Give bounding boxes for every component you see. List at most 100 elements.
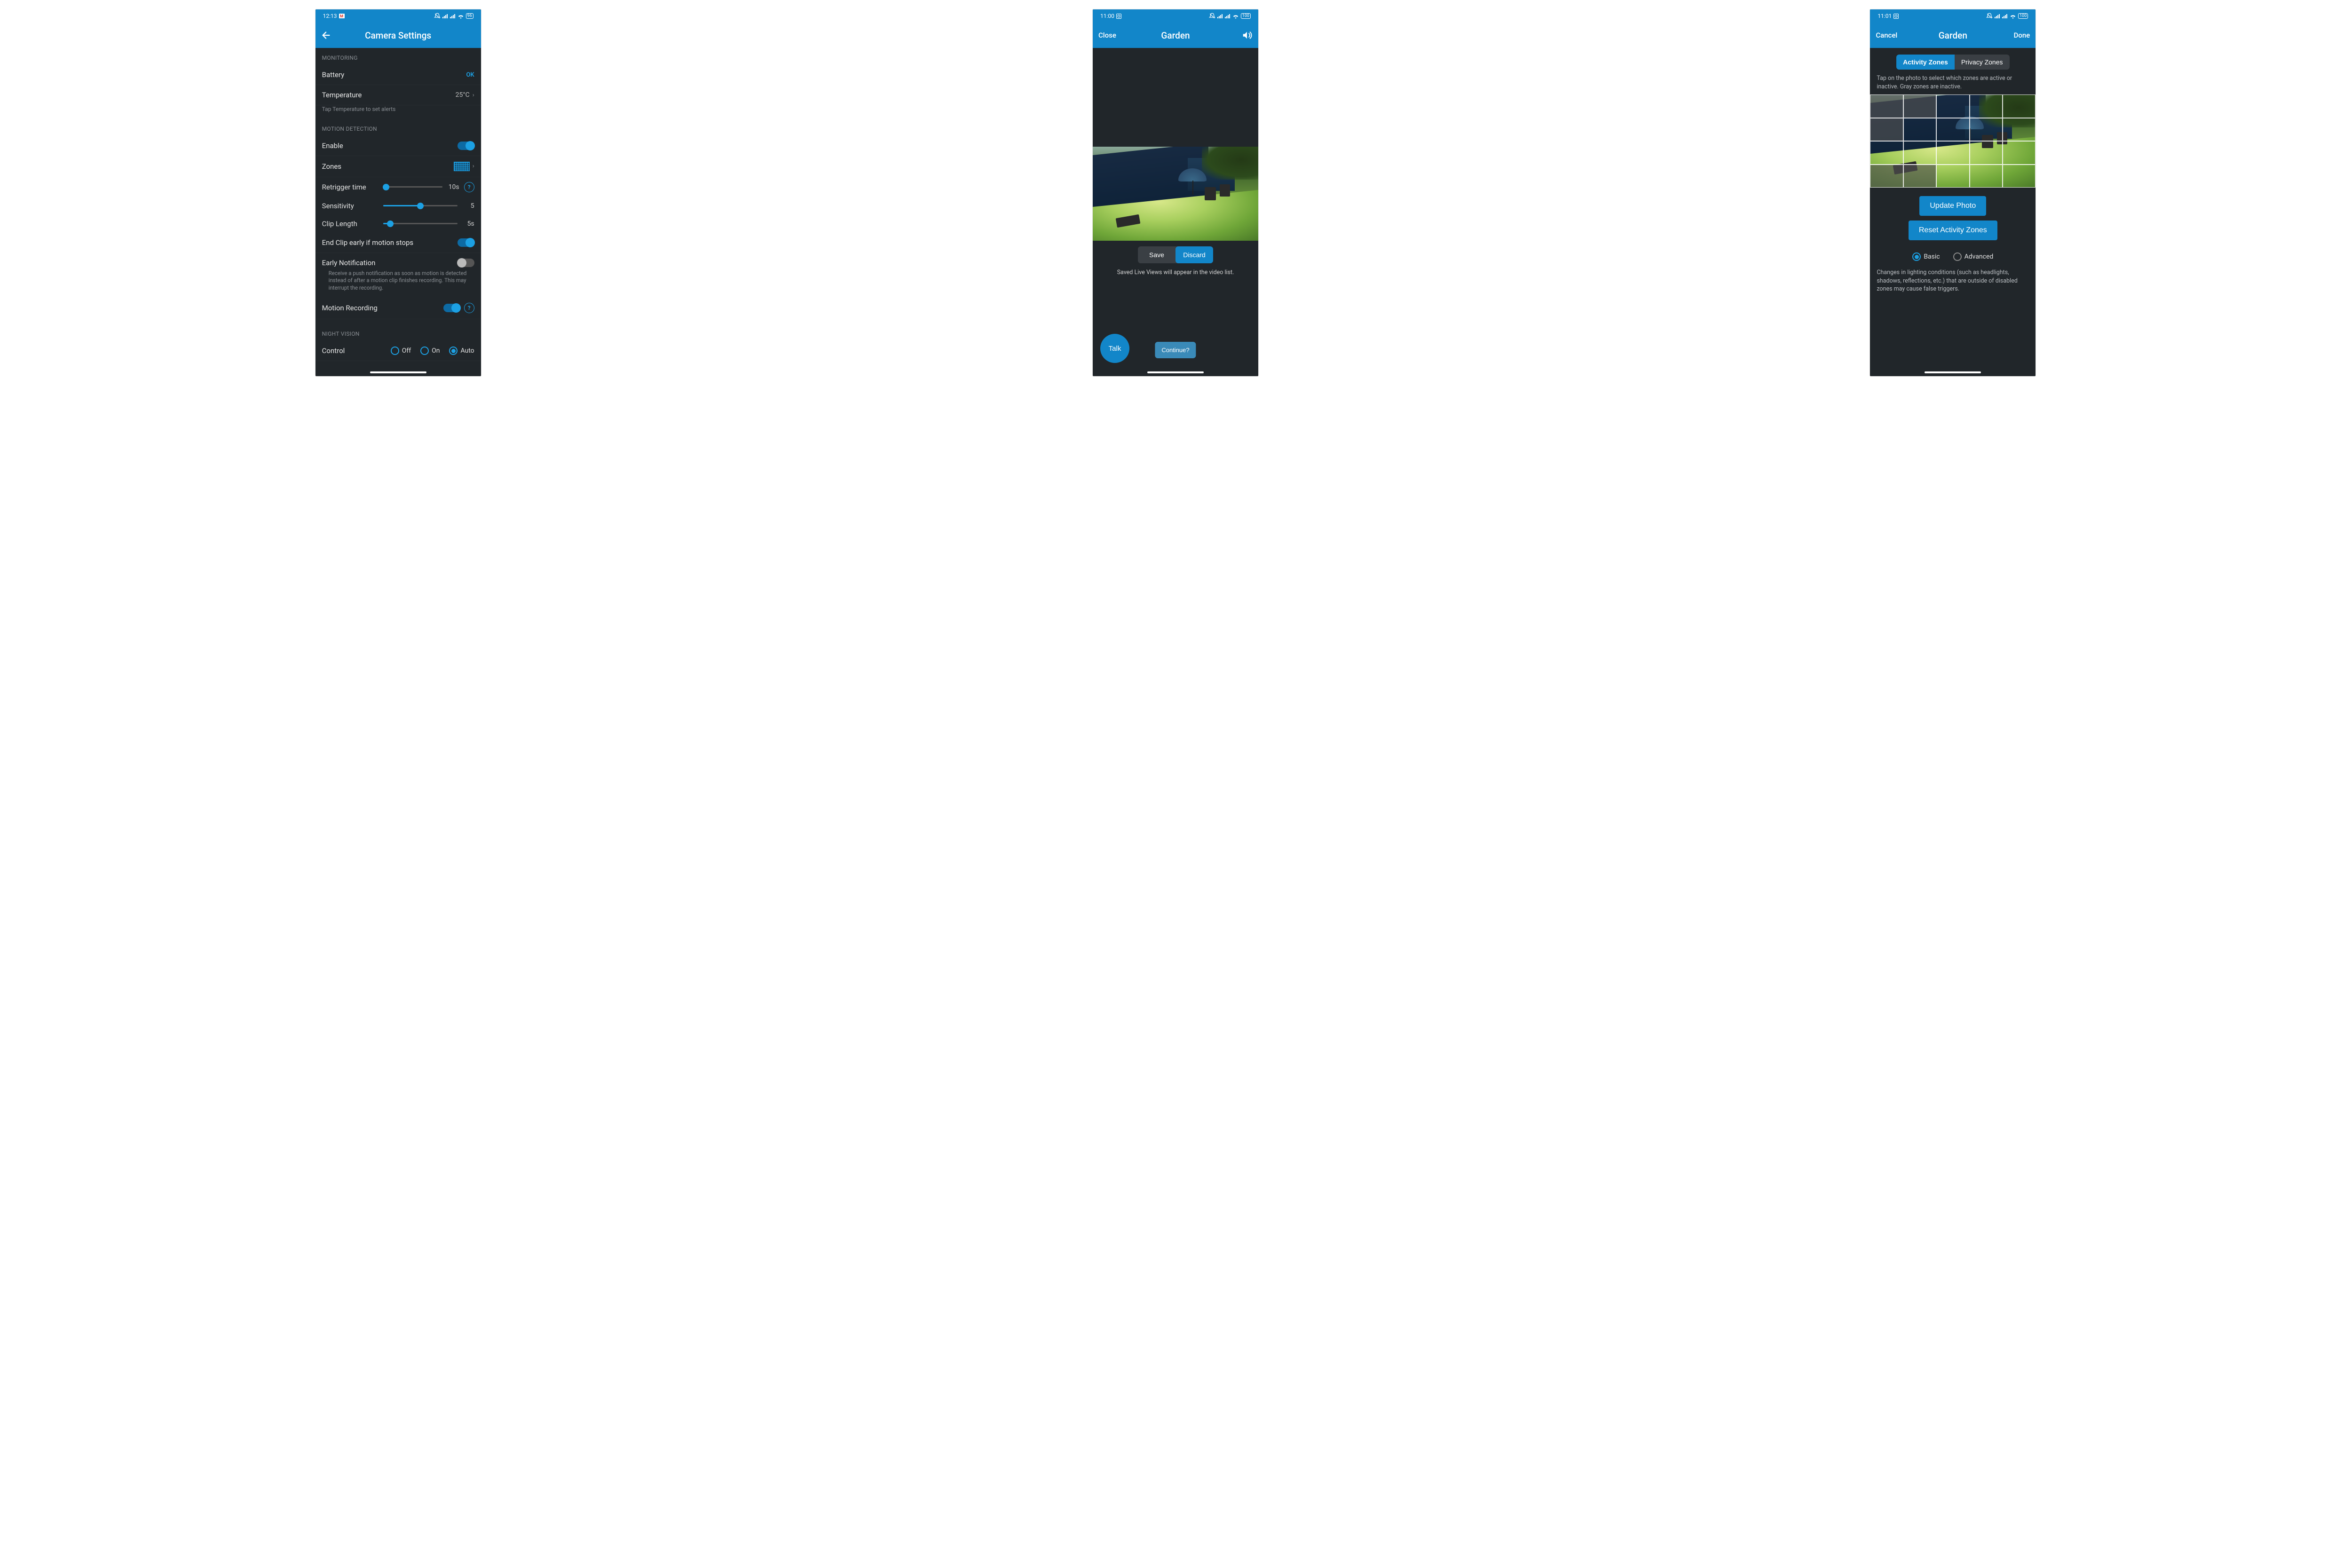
radio-advanced[interactable]: Advanced: [1953, 252, 1994, 261]
zone-cell[interactable]: [1970, 118, 2003, 142]
zone-cell[interactable]: [2003, 165, 2035, 188]
zone-cell[interactable]: [1936, 118, 1969, 142]
mode-radio-group: Basic Advanced: [1870, 245, 2035, 265]
zone-cell[interactable]: [1903, 141, 1936, 165]
clip-label: Clip Length: [322, 220, 379, 228]
retrigger-value: 10s: [447, 183, 459, 191]
page-title: Garden: [1939, 30, 1967, 41]
zone-cell[interactable]: [1903, 118, 1936, 142]
radio-circle-icon: [1953, 252, 1962, 261]
zone-cell[interactable]: [1936, 165, 1969, 188]
battery-icon: 100: [2018, 13, 2028, 19]
zone-cell[interactable]: [2003, 118, 2035, 142]
zone-cell[interactable]: [1903, 165, 1936, 188]
radio-auto[interactable]: Auto: [449, 347, 474, 355]
update-photo-button[interactable]: Update Photo: [1919, 196, 1986, 216]
zone-cell[interactable]: [1870, 165, 1903, 188]
radio-off[interactable]: Off: [391, 347, 411, 355]
radio-circle-icon: [420, 347, 429, 355]
battery-icon: 100: [1241, 13, 1251, 19]
row-enable: Enable: [316, 136, 481, 156]
zones-camera-view[interactable]: [1870, 95, 2035, 188]
status-bar: 11:00 100: [1093, 9, 1258, 23]
row-temperature[interactable]: Temperature 25°C ›: [316, 85, 481, 105]
header-bar: Close Garden: [1093, 23, 1258, 48]
row-retrigger: Retrigger time 10s ?: [316, 177, 481, 197]
zone-cell[interactable]: [1903, 95, 1936, 118]
status-time: 11:00: [1100, 13, 1114, 19]
sensitivity-value: 5: [462, 202, 474, 210]
tab-activity-zones[interactable]: Activity Zones: [1896, 55, 1955, 70]
battery-icon: 96: [466, 13, 473, 19]
signal-icon-2: [2002, 14, 2008, 18]
row-nightcontrol: Control Off On Auto: [316, 341, 481, 361]
zone-cell[interactable]: [2003, 95, 2035, 118]
row-battery[interactable]: Battery OK: [316, 65, 481, 85]
row-motionrecording: Motion Recording ?: [316, 297, 481, 319]
help-icon[interactable]: ?: [464, 182, 474, 192]
endclip-toggle[interactable]: [458, 238, 474, 247]
radio-circle-checked-icon: [449, 347, 458, 355]
battery-value: OK: [466, 71, 474, 79]
nightcontrol-radio-group: Off On Auto: [391, 347, 474, 355]
row-zones[interactable]: Zones ›: [316, 156, 481, 177]
reset-zones-button[interactable]: Reset Activity Zones: [1909, 221, 1997, 240]
endclip-label: End Clip early if motion stops: [322, 238, 413, 247]
header-bar: Cancel Garden Done: [1870, 23, 2035, 48]
status-bar: 12:13 M 96: [316, 9, 481, 23]
talk-button[interactable]: Talk: [1100, 334, 1129, 363]
signal-icon-2: [1225, 14, 1231, 18]
recording-toggle[interactable]: [443, 304, 460, 312]
chevron-right-icon: ›: [473, 163, 474, 170]
home-indicator[interactable]: [370, 371, 426, 373]
signal-icon: [442, 14, 448, 18]
clock-icon: [1116, 14, 1121, 19]
enable-toggle[interactable]: [458, 142, 474, 150]
zone-grid-overlay[interactable]: [1870, 95, 2035, 188]
radio-basic[interactable]: Basic: [1912, 252, 1940, 261]
home-indicator[interactable]: [1925, 371, 1981, 373]
zone-cell[interactable]: [1870, 118, 1903, 142]
back-button[interactable]: [321, 30, 331, 40]
zone-cell[interactable]: [1936, 95, 1969, 118]
zone-cell[interactable]: [1870, 95, 1903, 118]
home-indicator[interactable]: [1147, 371, 1204, 373]
zone-cell[interactable]: [1970, 141, 2003, 165]
zone-cell[interactable]: [1870, 141, 1903, 165]
retrigger-slider[interactable]: [383, 186, 442, 188]
zone-cell[interactable]: [1970, 165, 2003, 188]
speaker-button[interactable]: [1241, 30, 1253, 40]
camera-live-view[interactable]: [1093, 147, 1258, 241]
zones-value: ›: [454, 162, 474, 171]
page-title: Garden: [1161, 30, 1190, 41]
wifi-icon: [2010, 14, 2016, 19]
nightcontrol-label: Control: [322, 347, 345, 355]
settings-content: MONITORING Battery OK Temperature 25°C ›…: [316, 48, 481, 376]
row-sensitivity: Sensitivity 5: [316, 197, 481, 215]
zone-cell[interactable]: [2003, 141, 2035, 165]
retrigger-label: Retrigger time: [322, 183, 379, 191]
status-time: 12:13: [323, 13, 337, 19]
clip-slider[interactable]: [383, 223, 458, 224]
section-motion: MOTION DETECTION: [316, 119, 481, 136]
done-button[interactable]: Done: [2014, 31, 2030, 39]
enable-label: Enable: [322, 142, 343, 150]
zone-cell[interactable]: [1936, 141, 1969, 165]
zone-tabs: Activity Zones Privacy Zones: [1870, 48, 2035, 74]
sensitivity-label: Sensitivity: [322, 202, 379, 210]
row-cliplength: Clip Length 5s: [316, 215, 481, 233]
radio-on[interactable]: On: [420, 347, 440, 355]
cancel-button[interactable]: Cancel: [1876, 31, 1897, 39]
earlynotif-toggle[interactable]: [458, 259, 474, 267]
discard-button[interactable]: Discard: [1176, 246, 1213, 263]
zones-footer-note: Changes in lighting conditions (such as …: [1870, 265, 2035, 297]
tab-privacy-zones[interactable]: Privacy Zones: [1955, 55, 2010, 70]
continue-button[interactable]: Continue?: [1155, 342, 1196, 358]
dnd-icon: [1986, 13, 1993, 19]
close-button[interactable]: Close: [1098, 31, 1116, 39]
clip-value: 5s: [462, 220, 474, 228]
help-icon[interactable]: ?: [464, 303, 474, 313]
zone-cell[interactable]: [1970, 95, 2003, 118]
sensitivity-slider[interactable]: [383, 205, 458, 206]
save-button[interactable]: Save: [1138, 246, 1176, 263]
